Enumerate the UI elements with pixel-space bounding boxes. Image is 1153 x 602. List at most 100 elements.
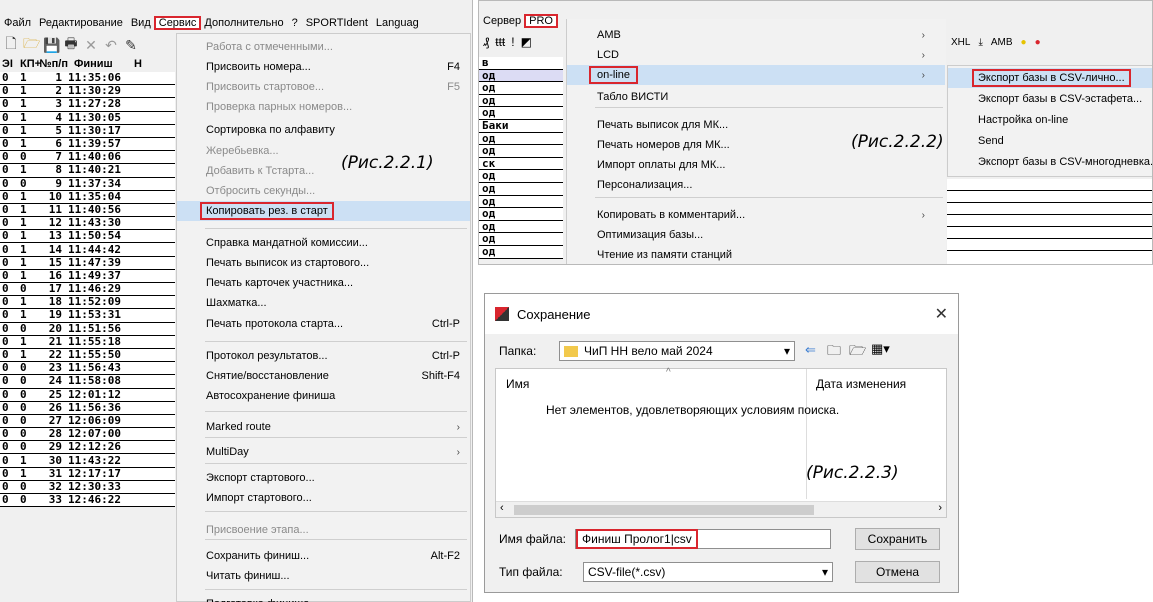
menu-item[interactable]: Сохранить финиш... Alt-F2 xyxy=(177,546,470,566)
menu-item[interactable]: Печать протокола старта... Ctrl-P xyxy=(177,314,470,334)
menu-item[interactable]: on-line › xyxy=(567,65,945,85)
menubar-item[interactable]: ? xyxy=(288,17,302,29)
menu-item[interactable]: Автосохранение финиша xyxy=(177,386,470,406)
list-item[interactable]: од xyxy=(479,145,563,158)
menu-item[interactable]: Подготовка финиша... xyxy=(177,594,470,602)
list-item[interactable]: од xyxy=(479,82,563,95)
menu-item[interactable]: Работа с отмеченными... xyxy=(177,37,470,57)
xhl-label[interactable]: XHL xyxy=(951,37,970,48)
filename-input[interactable]: Финиш Пролог1|csv xyxy=(575,529,831,549)
new-folder-icon[interactable]: 🗁 xyxy=(849,340,866,364)
table-row[interactable]: 0 0 27 12:06:09 xyxy=(0,414,175,429)
delete-icon[interactable]: ✕ xyxy=(83,37,99,54)
menu-item[interactable]: Шахматка... xyxy=(177,293,470,313)
table-row[interactable]: 0 1 14 11:44:42 xyxy=(0,243,175,257)
menu-item[interactable]: Импорт стартового... xyxy=(177,488,470,508)
menubar-item[interactable]: Редактирование xyxy=(35,17,127,29)
file-list[interactable]: Имя ^ Дата изменения Нет элементов, удов… xyxy=(495,367,947,518)
open-folder-icon[interactable]: 🗁 xyxy=(23,33,40,57)
toolbar-icon[interactable]: ! xyxy=(511,35,514,49)
table-row[interactable]: 0 1 4 11:30:05 xyxy=(0,111,175,125)
menu-item[interactable]: Оптимизация базы... xyxy=(567,225,945,245)
menubar-item[interactable]: Languag xyxy=(372,17,423,29)
table-row[interactable]: 0 0 24 11:58:08 xyxy=(0,375,175,389)
table-row[interactable]: 0 1 11 11:40:56 xyxy=(0,203,175,218)
menubar-item[interactable]: PRO xyxy=(524,14,558,28)
save-icon[interactable]: 💾 xyxy=(43,37,60,54)
print-icon[interactable]: 🖶 xyxy=(63,33,79,57)
menu-item[interactable]: Импорт оплаты для МК... xyxy=(567,155,945,175)
menu-item[interactable]: Снятие/восстановление Shift-F4 xyxy=(177,366,470,386)
table-row[interactable]: 0 0 20 11:51:56 xyxy=(0,322,175,336)
menu-item[interactable]: Читать финиш... xyxy=(177,566,470,586)
menubar-item[interactable]: Сервис xyxy=(153,16,202,30)
menu-item[interactable]: LCD › xyxy=(567,45,945,65)
toolbar-icon[interactable]: ◩ xyxy=(521,35,532,49)
table-row[interactable]: 0 1 3 11:27:28 xyxy=(0,98,175,112)
col-header[interactable]: №п/п xyxy=(38,58,74,72)
table-row[interactable]: 0 1 19 11:53:31 xyxy=(0,309,175,323)
table-row[interactable]: 0 1 6 11:39:57 xyxy=(0,138,175,152)
table-row[interactable]: 0 1 2 11:30:29 xyxy=(0,85,175,99)
scrollbar-thumb[interactable] xyxy=(514,505,814,515)
table-row[interactable]: 0 1 18 11:52:09 xyxy=(0,296,175,310)
table-row[interactable]: 0 1 10 11:35:04 xyxy=(0,190,175,204)
submenu-item[interactable]: Экспорт базы в CSV-лично... xyxy=(948,68,1152,88)
list-item[interactable]: од xyxy=(479,208,563,221)
toolbar-icon[interactable]: ₰ xyxy=(483,35,489,49)
table-row[interactable]: 0 1 12 11:43:30 xyxy=(0,217,175,231)
table-row[interactable]: 0 1 21 11:55:18 xyxy=(0,335,175,349)
table-row[interactable]: 0 0 26 11:56:36 xyxy=(0,401,175,415)
folder-select[interactable]: ЧиП НН вело май 2024 ▾ xyxy=(559,341,795,361)
menu-item[interactable]: Экспорт стартового... xyxy=(177,468,470,488)
table-row[interactable]: 0 0 9 11:37:34 xyxy=(0,177,175,191)
list-item[interactable]: од xyxy=(479,183,563,196)
table-row[interactable]: 0 1 8 11:40:21 xyxy=(0,164,175,178)
menu-item[interactable]: Чтение из памяти станций xyxy=(567,245,945,264)
table-row[interactable]: 0 1 30 11:43:22 xyxy=(0,454,175,468)
undo-icon[interactable]: ↶ xyxy=(103,37,119,54)
table-row[interactable]: 0 0 32 12:30:33 xyxy=(0,480,175,494)
cancel-button[interactable]: Отмена xyxy=(855,561,940,583)
column-name-header[interactable]: Имя xyxy=(506,377,529,391)
scroll-right-icon[interactable]: › xyxy=(938,502,942,514)
menu-item[interactable]: Отбросить секунды... xyxy=(177,181,470,201)
red-dot-icon[interactable]: ● xyxy=(1035,37,1041,48)
download-icon[interactable]: ⤓ xyxy=(978,37,982,48)
column-date-header[interactable]: Дата изменения xyxy=(816,377,906,391)
menu-item[interactable]: Печать выписок из стартового... xyxy=(177,253,470,273)
table-row[interactable]: 0 0 33 12:46:22 xyxy=(0,494,175,508)
menubar-item[interactable]: Дополнительно xyxy=(200,17,287,29)
menubar-item[interactable]: Файл xyxy=(0,17,35,29)
col-header[interactable]: Н xyxy=(134,58,142,72)
table-row[interactable]: 0 0 17 11:46:29 xyxy=(0,283,175,297)
scroll-left-icon[interactable]: ‹ xyxy=(500,502,504,514)
menu-item[interactable]: Marked route › xyxy=(177,417,470,437)
horizontal-scrollbar[interactable]: ‹ › xyxy=(496,501,946,517)
yellow-dot-icon[interactable]: ● xyxy=(1021,37,1027,48)
table-row[interactable]: 0 1 16 11:49:37 xyxy=(0,269,175,283)
menu-item[interactable]: Присвоить номера... F4 xyxy=(177,57,470,77)
table-row[interactable]: 0 1 31 12:17:17 xyxy=(0,467,175,481)
menu-item[interactable]: Справка мандатной комиссии... xyxy=(177,233,470,253)
edit-icon[interactable]: ✎ xyxy=(123,37,139,54)
col-header[interactable]: ЭI xyxy=(0,58,16,72)
submenu-item[interactable]: Экспорт базы в CSV-эстафета... xyxy=(948,89,1152,109)
menubar-item[interactable]: SPORTIdent xyxy=(302,17,372,29)
table-row[interactable]: 0 0 25 12:01:12 xyxy=(0,388,175,402)
list-item[interactable]: од xyxy=(479,246,563,259)
menu-item[interactable]: Присвоение этапа... xyxy=(177,520,470,540)
view-menu-icon[interactable]: ▦▾ xyxy=(871,341,890,357)
menu-item[interactable]: Протокол результатов... Ctrl-P xyxy=(177,346,470,366)
table-row[interactable]: 0 1 22 11:55:50 xyxy=(0,349,175,363)
menu-item[interactable]: AMB › xyxy=(567,25,945,45)
filetype-select[interactable]: CSV-file(*.csv) ▾ xyxy=(583,562,833,582)
table-row[interactable]: 0 0 23 11:56:43 xyxy=(0,362,175,376)
menubar-item[interactable]: Вид xyxy=(127,17,155,29)
close-icon[interactable]: ✕ xyxy=(935,304,948,324)
back-icon[interactable]: ⇐ xyxy=(805,342,816,358)
col-header[interactable]: Финиш xyxy=(74,58,134,72)
menu-item[interactable]: Сортировка по алфавиту xyxy=(177,120,470,140)
list-item[interactable]: в xyxy=(479,57,563,70)
menu-item[interactable]: Проверка парных номеров... xyxy=(177,97,470,117)
